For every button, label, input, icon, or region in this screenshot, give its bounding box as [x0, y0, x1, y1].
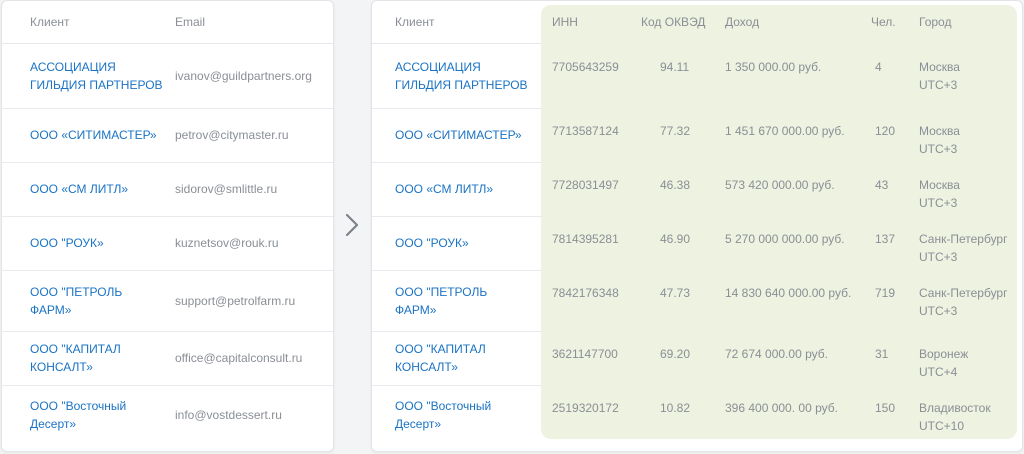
client-link[interactable]: ООО "КАПИТАЛ КОНСАЛТ»: [30, 340, 121, 376]
row-divider: [2, 162, 333, 163]
header-divider: [372, 43, 541, 44]
client-link[interactable]: ООО «СИТИМАСТЕР»: [395, 126, 522, 144]
inn-value: 7728031497: [552, 178, 619, 192]
header-people: Чел.: [871, 15, 896, 29]
city-value: Москва UTC+3: [919, 178, 960, 210]
row-divider: [2, 108, 333, 109]
email-value: sidorov@smlittle.ru: [175, 182, 278, 196]
left-table-card: Клиент Email АССОЦИАЦИЯ ГИЛЬДИЯ ПАРТНЕРО…: [1, 0, 334, 452]
client-link[interactable]: ООО "ПЕТРОЛЬ ФАРМ»: [395, 283, 487, 319]
city-value: Владивосток UTC+10: [919, 401, 991, 433]
okved-value: 46.90: [660, 232, 691, 246]
okved-value: 77.32: [660, 124, 691, 138]
client-link[interactable]: ООО «СМ ЛИТЛ»: [395, 180, 493, 198]
header-city: Город: [919, 15, 952, 29]
people-value: 4: [875, 60, 882, 74]
income-value: 1 350 000.00 руб.: [725, 60, 822, 74]
header-divider: [2, 43, 333, 44]
row-divider: [2, 216, 333, 217]
row-divider: [372, 216, 541, 217]
income-value: 573 420 000.00 руб.: [725, 178, 835, 192]
row-divider: [372, 108, 541, 109]
chevron-right-icon[interactable]: [342, 210, 362, 240]
row-divider: [372, 385, 541, 386]
row-divider: [2, 385, 333, 386]
okved-value: 10.82: [660, 401, 691, 415]
inn-value: 7705643259: [552, 60, 619, 74]
client-link[interactable]: АССОЦИАЦИЯ ГИЛЬДИЯ ПАРТНЕРОВ: [30, 58, 163, 94]
inn-value: 7713587124: [552, 124, 619, 138]
client-link[interactable]: ООО "Восточный Десерт»: [395, 397, 491, 433]
row-divider: [372, 270, 541, 271]
income-value: 5 270 000 000.00 руб.: [725, 232, 845, 246]
city-value: Санк-Петербург UTC+3: [919, 286, 1008, 318]
header-income: Доход: [725, 15, 760, 29]
client-link[interactable]: ООО "Восточный Десерт»: [30, 397, 126, 433]
people-value: 719: [875, 286, 896, 300]
people-value: 120: [875, 124, 896, 138]
inn-value: 7842176348: [552, 286, 619, 300]
client-link[interactable]: ООО «СИТИМАСТЕР»: [30, 126, 157, 144]
row-divider: [372, 162, 541, 163]
email-value: office@capitalconsult.ru: [175, 351, 303, 365]
city-value: Москва UTC+3: [919, 124, 960, 156]
people-value: 137: [875, 232, 896, 246]
inn-value: 2519320172: [552, 401, 619, 415]
city-value: Москва UTC+3: [919, 60, 960, 92]
okved-value: 94.11: [660, 60, 690, 74]
client-link[interactable]: АССОЦИАЦИЯ ГИЛЬДИЯ ПАРТНЕРОВ: [395, 58, 528, 94]
income-value: 14 830 640 000.00 руб.: [725, 286, 852, 300]
okved-value: 47.73: [660, 286, 691, 300]
header-email: Email: [175, 15, 206, 29]
row-divider: [372, 331, 541, 332]
email-value: petrov@citymaster.ru: [175, 128, 289, 142]
city-value: Санк-Петербург UTC+3: [919, 232, 1008, 264]
header-client: Клиент: [395, 15, 435, 29]
client-link[interactable]: ООО «СМ ЛИТЛ»: [30, 180, 128, 198]
income-value: 396 400 000. 00 руб.: [725, 401, 838, 415]
inn-value: 3621147700: [552, 347, 618, 361]
client-link[interactable]: ООО "КАПИТАЛ КОНСАЛТ»: [395, 340, 486, 376]
people-value: 31: [875, 347, 889, 361]
email-value: ivanov@guildpartners.org: [175, 69, 312, 83]
email-value: kuznetsov@rouk.ru: [175, 236, 279, 250]
okved-value: 69.20: [660, 347, 691, 361]
income-value: 72 674 000.00 руб.: [725, 347, 828, 361]
inn-value: 7814395281: [552, 232, 619, 246]
header-client: Клиент: [30, 15, 70, 29]
client-link[interactable]: ООО "РОУК»: [395, 234, 469, 252]
comparison-stage: Клиент Email АССОЦИАЦИЯ ГИЛЬДИЯ ПАРТНЕРО…: [0, 0, 1024, 454]
right-table-card: Клиент ИНН Код ОКВЭД Доход Чел. Город АС…: [371, 0, 1023, 452]
people-value: 43: [875, 178, 889, 192]
city-value: Воронеж UTC+4: [919, 347, 969, 379]
client-link[interactable]: ООО "ПЕТРОЛЬ ФАРМ»: [30, 283, 122, 319]
row-divider: [2, 331, 333, 332]
client-link[interactable]: ООО "РОУК»: [30, 234, 104, 252]
people-value: 150: [875, 401, 896, 415]
email-value: info@vostdessert.ru: [175, 408, 282, 422]
header-inn: ИНН: [552, 15, 578, 29]
row-divider: [2, 270, 333, 271]
header-okved: Код ОКВЭД: [641, 15, 706, 29]
okved-value: 46.38: [660, 178, 691, 192]
income-value: 1 451 670 000.00 руб.: [725, 124, 845, 138]
email-value: support@petrolfarm.ru: [175, 293, 296, 308]
